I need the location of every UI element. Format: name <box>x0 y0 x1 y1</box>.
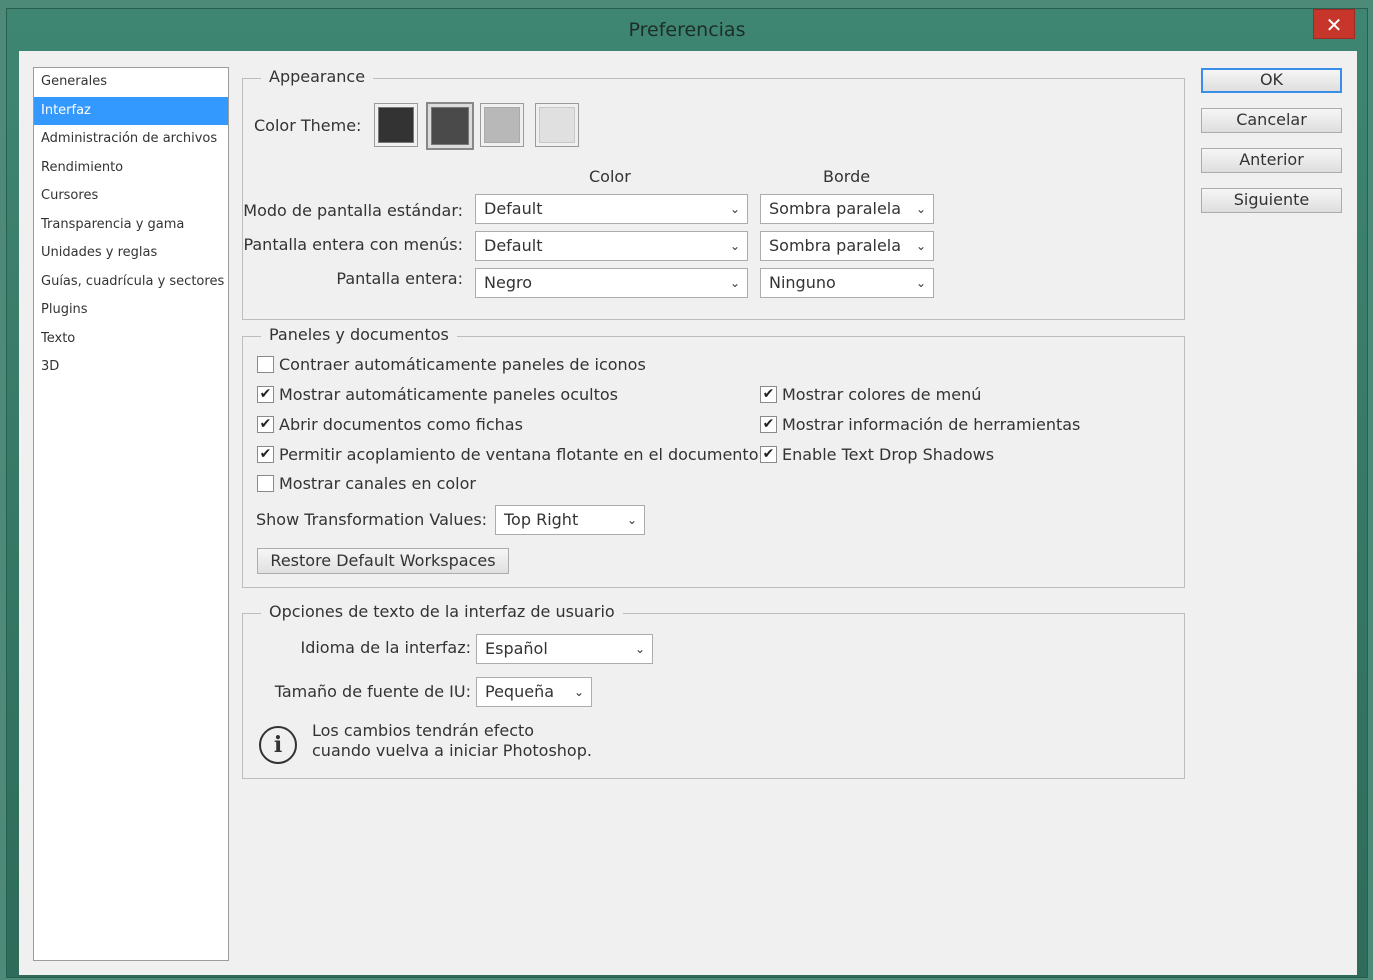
info-message-line-1: Los cambios tendrán efecto <box>312 721 535 740</box>
color-column-header: Color <box>589 167 631 186</box>
checkbox-label: Mostrar canales en color <box>279 474 476 493</box>
checkmark-icon: ✔ <box>257 416 274 433</box>
nav-item-texto[interactable]: Texto <box>34 325 228 354</box>
info-message-line-2: cuando vuelva a iniciar Photoshop. <box>312 741 592 760</box>
standard-screen-mode-label: Modo de pantalla estándar: <box>243 201 463 220</box>
chevron-down-icon: ⌄ <box>729 276 740 290</box>
chevron-down-icon: ⌄ <box>729 202 740 216</box>
appearance-group-title: Appearance <box>261 67 374 86</box>
ui-language-value: Español <box>485 639 548 658</box>
checkbox-box <box>257 475 274 492</box>
dialog-client-area: Generales Interfaz Administración de arc… <box>19 51 1357 975</box>
previous-button[interactable]: Anterior <box>1201 148 1342 173</box>
ui-text-options-group: Opciones de texto de la interfaz de usua… <box>242 602 1185 779</box>
ui-font-size-select[interactable]: Pequeña ⌄ <box>476 677 592 707</box>
checkbox-label: Permitir acoplamiento de ventana flotant… <box>279 445 759 464</box>
checkmark-icon: ✔ <box>760 446 777 463</box>
nav-item-plugins[interactable]: Plugins <box>34 296 228 325</box>
ui-language-select[interactable]: Español ⌄ <box>476 634 653 664</box>
nav-item-rendimiento[interactable]: Rendimiento <box>34 154 228 183</box>
standard-screen-color-value: Default <box>484 199 543 218</box>
next-button[interactable]: Siguiente <box>1201 188 1342 213</box>
nav-item-cursores[interactable]: Cursores <box>34 182 228 211</box>
transformation-values-select[interactable]: Top Right ⌄ <box>495 505 645 535</box>
theme-swatch-light-fill <box>539 107 575 143</box>
checkmark-icon: ✔ <box>760 386 777 403</box>
border-column-header: Borde <box>823 167 871 186</box>
theme-swatch-darkest-fill <box>378 107 414 143</box>
checkmark-icon: ✔ <box>257 386 274 403</box>
info-icon: i <box>259 726 297 764</box>
preferences-dialog: Preferencias ✕ Generales Interfaz Admini… <box>6 8 1368 978</box>
standard-screen-border-select[interactable]: Sombra paralela ⌄ <box>760 194 934 224</box>
fullscreen-menus-color-select[interactable]: Default ⌄ <box>475 231 748 261</box>
appearance-group: Appearance Color Theme: Color Borde Modo… <box>242 67 1185 320</box>
nav-item-transparencia-gama[interactable]: Transparencia y gama <box>34 211 228 240</box>
category-list: Generales Interfaz Administración de arc… <box>33 67 229 961</box>
title-bar: Preferencias ✕ <box>7 9 1367 51</box>
standard-screen-border-value: Sombra paralela <box>769 199 902 218</box>
checkbox-label: Abrir documentos como fichas <box>279 415 523 434</box>
nav-item-interfaz[interactable]: Interfaz <box>34 96 228 125</box>
panels-group-title: Paneles y documentos <box>261 325 457 344</box>
cancel-button[interactable]: Cancelar <box>1201 108 1342 133</box>
ui-language-label: Idioma de la interfaz: <box>300 638 471 657</box>
chevron-down-icon: ⌄ <box>573 685 584 699</box>
panels-documents-group: Paneles y documentos Contraer automática… <box>242 325 1185 588</box>
fullscreen-border-select[interactable]: Ninguno ⌄ <box>760 268 934 298</box>
fullscreen-menus-border-select[interactable]: Sombra paralela ⌄ <box>760 231 934 261</box>
chevron-down-icon: ⌄ <box>729 239 740 253</box>
chevron-down-icon: ⌄ <box>915 202 926 216</box>
chevron-down-icon: ⌄ <box>626 513 637 527</box>
ui-font-size-label: Tamaño de fuente de IU: <box>274 682 471 701</box>
nav-item-generales[interactable]: Generales <box>34 68 228 97</box>
fullscreen-color-value: Negro <box>484 273 532 292</box>
theme-swatch-dark[interactable] <box>426 102 474 150</box>
theme-swatch-darkest[interactable] <box>374 103 418 147</box>
chevron-down-icon: ⌄ <box>915 276 926 290</box>
checkbox-label: Mostrar información de herramientas <box>782 415 1081 434</box>
checkbox-label: Mostrar automáticamente paneles ocultos <box>279 385 618 404</box>
ui-font-size-value: Pequeña <box>485 682 555 701</box>
checkmark-icon: ✔ <box>760 416 777 433</box>
checkbox-label: Enable Text Drop Shadows <box>782 445 995 464</box>
theme-swatch-dark-fill <box>431 107 469 145</box>
theme-swatch-light[interactable] <box>535 103 579 147</box>
ui-text-group-title: Opciones de texto de la interfaz de usua… <box>261 602 623 621</box>
fullscreen-color-select[interactable]: Negro ⌄ <box>475 268 748 298</box>
nav-item-unidades-reglas[interactable]: Unidades y reglas <box>34 239 228 268</box>
color-theme-label: Color Theme: <box>254 116 362 135</box>
nav-item-3d[interactable]: 3D <box>34 353 228 382</box>
restore-default-workspaces-button[interactable]: Restore Default Workspaces <box>257 548 509 574</box>
standard-screen-color-select[interactable]: Default ⌄ <box>475 194 748 224</box>
checkbox-label: Mostrar colores de menú <box>782 385 982 404</box>
checkbox-box <box>257 356 274 373</box>
chevron-down-icon: ⌄ <box>915 239 926 253</box>
window-title: Preferencias <box>628 19 746 41</box>
fullscreen-border-value: Ninguno <box>769 273 836 292</box>
nav-item-guias-cuadricula[interactable]: Guías, cuadrícula y sectores <box>34 268 228 297</box>
fullscreen-label: Pantalla entera: <box>336 269 463 288</box>
transformation-values-value: Top Right <box>504 510 579 529</box>
theme-swatch-medium[interactable] <box>480 103 524 147</box>
chevron-down-icon: ⌄ <box>634 642 645 656</box>
checkmark-icon: ✔ <box>257 446 274 463</box>
transformation-values-label: Show Transformation Values: <box>256 510 488 529</box>
theme-swatch-medium-fill <box>484 107 520 143</box>
checkbox-label: Contraer automáticamente paneles de icon… <box>279 355 646 374</box>
nav-item-administracion-archivos[interactable]: Administración de archivos <box>34 125 228 154</box>
fullscreen-menus-label: Pantalla entera con menús: <box>243 235 463 254</box>
fullscreen-menus-border-value: Sombra paralela <box>769 236 902 255</box>
fullscreen-menus-color-value: Default <box>484 236 543 255</box>
close-button[interactable]: ✕ <box>1313 9 1355 39</box>
ok-button[interactable]: OK <box>1201 68 1342 93</box>
